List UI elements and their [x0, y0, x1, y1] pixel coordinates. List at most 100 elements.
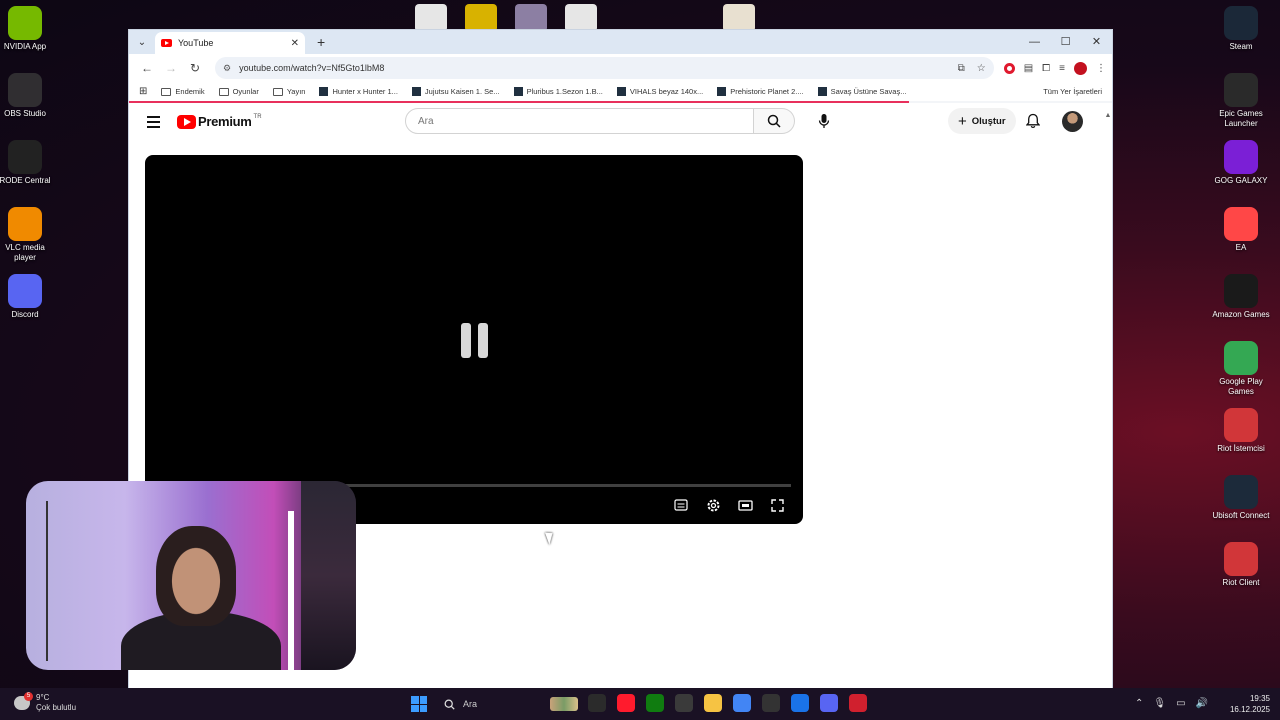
taskbar-search[interactable]: Ara — [438, 694, 578, 714]
search-button[interactable] — [754, 108, 795, 134]
speaker-icon[interactable]: 🔊 — [1196, 698, 1208, 709]
voice-search-button[interactable] — [818, 113, 830, 134]
notifications-button[interactable] — [1025, 113, 1041, 134]
bookmark-item[interactable]: Yayın — [272, 87, 305, 96]
red-app-icon[interactable] — [849, 694, 867, 712]
create-button[interactable]: + Oluştur — [948, 108, 1016, 134]
bell-icon — [1025, 113, 1041, 129]
bookmark-item[interactable]: Jujutsu Kaisen 1. Se... — [411, 87, 500, 96]
site-info-icon[interactable]: ⚙ — [223, 63, 231, 74]
bookmark-item[interactable]: Oyunlar — [218, 87, 259, 96]
system-tray: ⌃ 🎙 ▭ 🔊 — [1135, 698, 1208, 709]
weather-temp: 9°C — [36, 693, 50, 702]
display-icon[interactable]: ▭ — [1176, 698, 1185, 709]
menu-hamburger-icon[interactable] — [147, 116, 160, 131]
pause-icon[interactable] — [461, 323, 488, 358]
bookmark-item[interactable]: Hunter x Hunter 1... — [319, 87, 398, 96]
theater-icon — [737, 499, 753, 511]
fullscreen-button[interactable] — [769, 497, 785, 513]
bookmark-item[interactable]: Endemik — [161, 87, 205, 96]
profile-avatar-icon[interactable] — [1074, 61, 1087, 75]
reader-extension-icon[interactable]: ▤ — [1024, 63, 1033, 74]
game-shortcut-icon[interactable] — [515, 4, 547, 32]
back-button[interactable]: ← — [135, 61, 159, 75]
close-window-button[interactable]: ✕ — [1081, 30, 1112, 54]
tab-close-icon[interactable]: ✕ — [291, 38, 299, 49]
desktop-shortcut[interactable]: RODE Central — [0, 140, 55, 207]
desktop-shortcut[interactable]: Google Play Games — [1211, 341, 1271, 408]
search-input[interactable] — [405, 108, 755, 134]
theater-mode-button[interactable] — [737, 497, 753, 513]
weather-desc: Çok bulutlu — [36, 703, 77, 712]
browser-menu-icon[interactable]: ⋮ — [1096, 63, 1106, 74]
account-avatar[interactable] — [1062, 111, 1083, 132]
game-shortcut-icon[interactable] — [565, 4, 597, 32]
light-bar — [288, 511, 294, 670]
bookmark-star-icon[interactable]: ☆ — [977, 63, 986, 74]
tab-youtube[interactable]: YouTube ✕ — [155, 32, 305, 54]
discord-icon[interactable] — [820, 694, 838, 712]
game-shortcut-icon[interactable] — [465, 4, 497, 32]
bookmark-item[interactable]: VIHALS beyaz 140x... — [616, 87, 703, 96]
epic-icon[interactable] — [762, 694, 780, 712]
install-app-icon[interactable]: ⧉ — [958, 63, 965, 74]
all-bookmarks-folder[interactable]: Tüm Yer İşaretleri — [1039, 87, 1102, 96]
chrome-icon[interactable] — [733, 694, 751, 712]
desktop-shortcut[interactable]: Epic Games Launcher — [1211, 73, 1271, 140]
weather-widget[interactable]: 5 9°C Çok bulutlu — [14, 692, 77, 713]
game-shortcut-icon[interactable] — [723, 4, 755, 32]
url-field[interactable]: ⚙ youtube.com/watch?v=Nf5Gto1lbM8 ⧉ ☆ — [215, 57, 994, 79]
maximize-button[interactable]: ☐ — [1050, 30, 1081, 54]
desktop-shortcut[interactable]: GOG GALAXY — [1211, 140, 1271, 207]
tray-overflow-icon[interactable]: ⌃ — [1135, 698, 1143, 709]
bookmark-item[interactable]: Prehistoric Planet 2.... — [717, 87, 804, 96]
page-scrollbar[interactable]: ▲ — [1104, 112, 1112, 688]
reload-button[interactable]: ↻ — [183, 61, 207, 75]
new-tab-button[interactable]: + — [317, 34, 325, 50]
address-bar-row: ← → ↻ ⚙ youtube.com/watch?v=Nf5Gto1lbM8 … — [129, 54, 1112, 82]
microphone-icon[interactable]: 🎙 — [1153, 698, 1166, 709]
bookmark-label: Pluribus 1.Sezon 1.B... — [526, 87, 603, 96]
desktop-shortcut[interactable]: OBS Studio — [0, 73, 55, 140]
site-icon — [616, 87, 626, 96]
bookmark-item[interactable]: Savaş Üstüne Savaş... — [817, 87, 906, 96]
taskbar: 5 9°C Çok bulutlu Ara ⌃ 🎙 ▭ 🔊 19:35 16.1… — [0, 688, 1280, 720]
steam-icon — [1224, 6, 1258, 40]
fullscreen-icon — [770, 498, 784, 512]
opera-extension-icon[interactable] — [1003, 62, 1015, 74]
folder-icon[interactable] — [704, 694, 722, 712]
youtube-premium-logo[interactable]: Premium TR — [177, 114, 262, 129]
tab-search-button[interactable]: ⌄ — [129, 37, 155, 48]
desktop-shortcut[interactable]: Discord — [0, 274, 55, 341]
clock[interactable]: 19:35 16.12.2025 — [1230, 693, 1270, 715]
desktop-shortcut[interactable]: Ubisoft Connect — [1211, 475, 1271, 542]
desktop-shortcut[interactable]: Amazon Games — [1211, 274, 1271, 341]
desktop-shortcut[interactable]: EA — [1211, 207, 1271, 274]
apps-grid-icon[interactable]: ⊞ — [139, 86, 147, 97]
obs-icon[interactable] — [675, 694, 693, 712]
file-explorer-dark-icon[interactable] — [588, 694, 606, 712]
desktop-shortcut[interactable]: VLC media player — [0, 207, 55, 274]
bookmark-item[interactable]: Pluribus 1.Sezon 1.B... — [513, 87, 603, 96]
discord-icon — [8, 274, 42, 308]
g-app-icon[interactable] — [791, 694, 809, 712]
desktop-shortcut[interactable]: Riot İstemcisi — [1211, 408, 1271, 475]
game-shortcut-icon[interactable] — [615, 4, 705, 32]
minimize-button[interactable]: — — [1019, 30, 1050, 54]
extensions-puzzle-icon[interactable]: ⧠ — [1042, 63, 1050, 74]
subtitles-button[interactable] — [673, 497, 689, 513]
xbox-icon[interactable] — [646, 694, 664, 712]
game-shortcut-icon[interactable] — [415, 4, 447, 32]
desktop-shortcut[interactable]: Steam — [1211, 6, 1271, 73]
video-player[interactable] — [145, 155, 803, 545]
scroll-up-icon[interactable]: ▲ — [1104, 112, 1112, 119]
desktop-shortcut[interactable]: NVIDIA App — [0, 6, 55, 73]
start-button[interactable] — [411, 696, 427, 712]
weather-badge: 5 — [24, 692, 33, 701]
bookmark-label: Hunter x Hunter 1... — [332, 87, 398, 96]
media-control-icon[interactable]: ≡ — [1059, 63, 1065, 74]
forward-button[interactable]: → — [159, 61, 183, 75]
opera-icon[interactable] — [617, 694, 635, 712]
desktop-shortcut[interactable]: Riot Client — [1211, 542, 1271, 609]
settings-button[interactable] — [705, 497, 721, 513]
